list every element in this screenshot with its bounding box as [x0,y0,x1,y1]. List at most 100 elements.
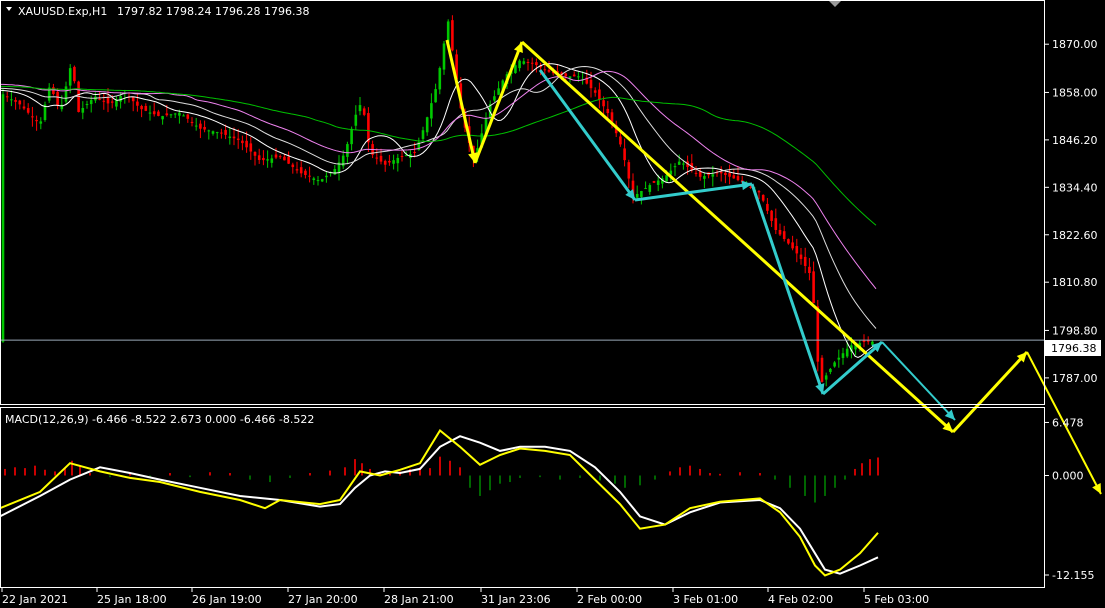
candle-body [39,121,43,124]
candle-body [736,176,740,181]
candle-body [543,69,547,71]
macd-label: MACD(12,26,9) -6.466 -8.522 2.673 0.000 … [5,413,314,426]
candle-body [266,159,269,161]
candle-body [778,229,782,235]
candle-body [295,169,299,171]
candle-body [236,138,240,140]
candle-body [514,65,517,74]
wave-yellow-down-2 [520,40,955,434]
candle-body [388,160,391,163]
ohlc-label: 1797.82 1798.24 1796.28 1796.38 [117,5,309,18]
candle-body [766,203,769,211]
candle-body [434,89,437,103]
candle-body [522,61,526,64]
candle-body [682,163,685,165]
candle-body [320,179,324,182]
price-tick-label: 1798.80 [1052,324,1098,337]
candle-body [299,167,303,174]
macd-y-axis: 6.478 0.000 -12.155 [1045,416,1094,582]
candle-body [593,90,597,93]
scroll-corner-triangle-icon[interactable] [829,1,841,7]
candle-body [497,88,500,95]
ma-slow-line [0,70,877,290]
candle-body [413,151,416,153]
candle-body [182,115,185,117]
candle-body [203,126,206,130]
candle-body [774,218,778,230]
time-tick-label: 5 Feb 03:00 [864,593,929,606]
candle-body [31,116,34,118]
candle-body [451,20,454,51]
trading-chart[interactable]: XAUUSD.Exp,H1 1797.82 1798.24 1796.28 17… [0,0,1105,608]
candle-body [56,91,59,106]
candle-body [568,76,572,79]
candle-body [589,79,593,89]
candle-body [421,130,425,139]
macd-signal-line [0,429,879,577]
candle-body [724,172,727,176]
candle-body [262,157,265,161]
candle-body [358,105,362,112]
candle-body [518,60,521,69]
ma-long-line [0,85,877,226]
symbol-label: XAUUSD.Exp,H1 [18,5,107,18]
candle-body [711,174,715,177]
candle-body [140,105,143,110]
candle-body [136,101,139,106]
candle-body [241,140,244,144]
candle-body [253,152,257,156]
candle-body [224,129,227,135]
candle-body [627,162,631,179]
candle-body [22,106,26,109]
candle-body [257,155,261,160]
candle-body [346,144,349,157]
candle-body [73,66,76,82]
candle-body [493,96,496,101]
macd-pane[interactable] [0,429,879,577]
candle-body [110,101,114,103]
candle-body [598,89,601,100]
price-tick-label: 1834.40 [1052,181,1098,194]
candle-body [232,136,236,139]
candle-body [791,242,794,249]
candle-body [199,123,202,129]
candle-body [383,160,387,165]
candle-body [270,158,274,163]
wave-yellow-down-1 [445,39,477,164]
candle-body [161,116,164,120]
macd-tick-label: 6.478 [1052,416,1084,429]
candle-body [635,193,639,198]
candle-body [190,121,194,123]
candle-body [148,112,152,114]
price-pane-border [0,0,1045,405]
candle-body [728,173,731,177]
macd-line [0,435,879,575]
candle-body [308,175,311,177]
candle-body [442,43,446,70]
candle-body [795,246,799,254]
candle-body [89,100,93,105]
candle-body [283,156,286,161]
time-tick-label: 2 Feb 00:00 [577,593,642,606]
candle-body [333,168,337,175]
candle-body [732,175,736,179]
candle-body [602,100,605,107]
chart-menu-triangle-icon[interactable] [6,7,12,11]
candle-body [207,130,211,132]
candle-body [341,155,345,167]
candle-body [165,113,169,116]
candle-body [215,132,219,134]
candle-body [564,73,568,77]
candle-body [770,210,773,221]
time-tick-label: 26 Jan 19:00 [192,593,262,606]
candle-body [535,62,538,66]
candle-body [350,128,353,145]
candle-body [782,231,786,239]
candle-body [278,156,282,158]
macd-tick-label: -12.155 [1052,569,1094,582]
candle-body [157,111,160,116]
time-tick-label: 3 Feb 01:00 [673,593,738,606]
price-tick-label: 1846.20 [1052,134,1098,147]
current-price-marker: 1796.38 [1045,340,1101,356]
candle-body [98,98,101,100]
